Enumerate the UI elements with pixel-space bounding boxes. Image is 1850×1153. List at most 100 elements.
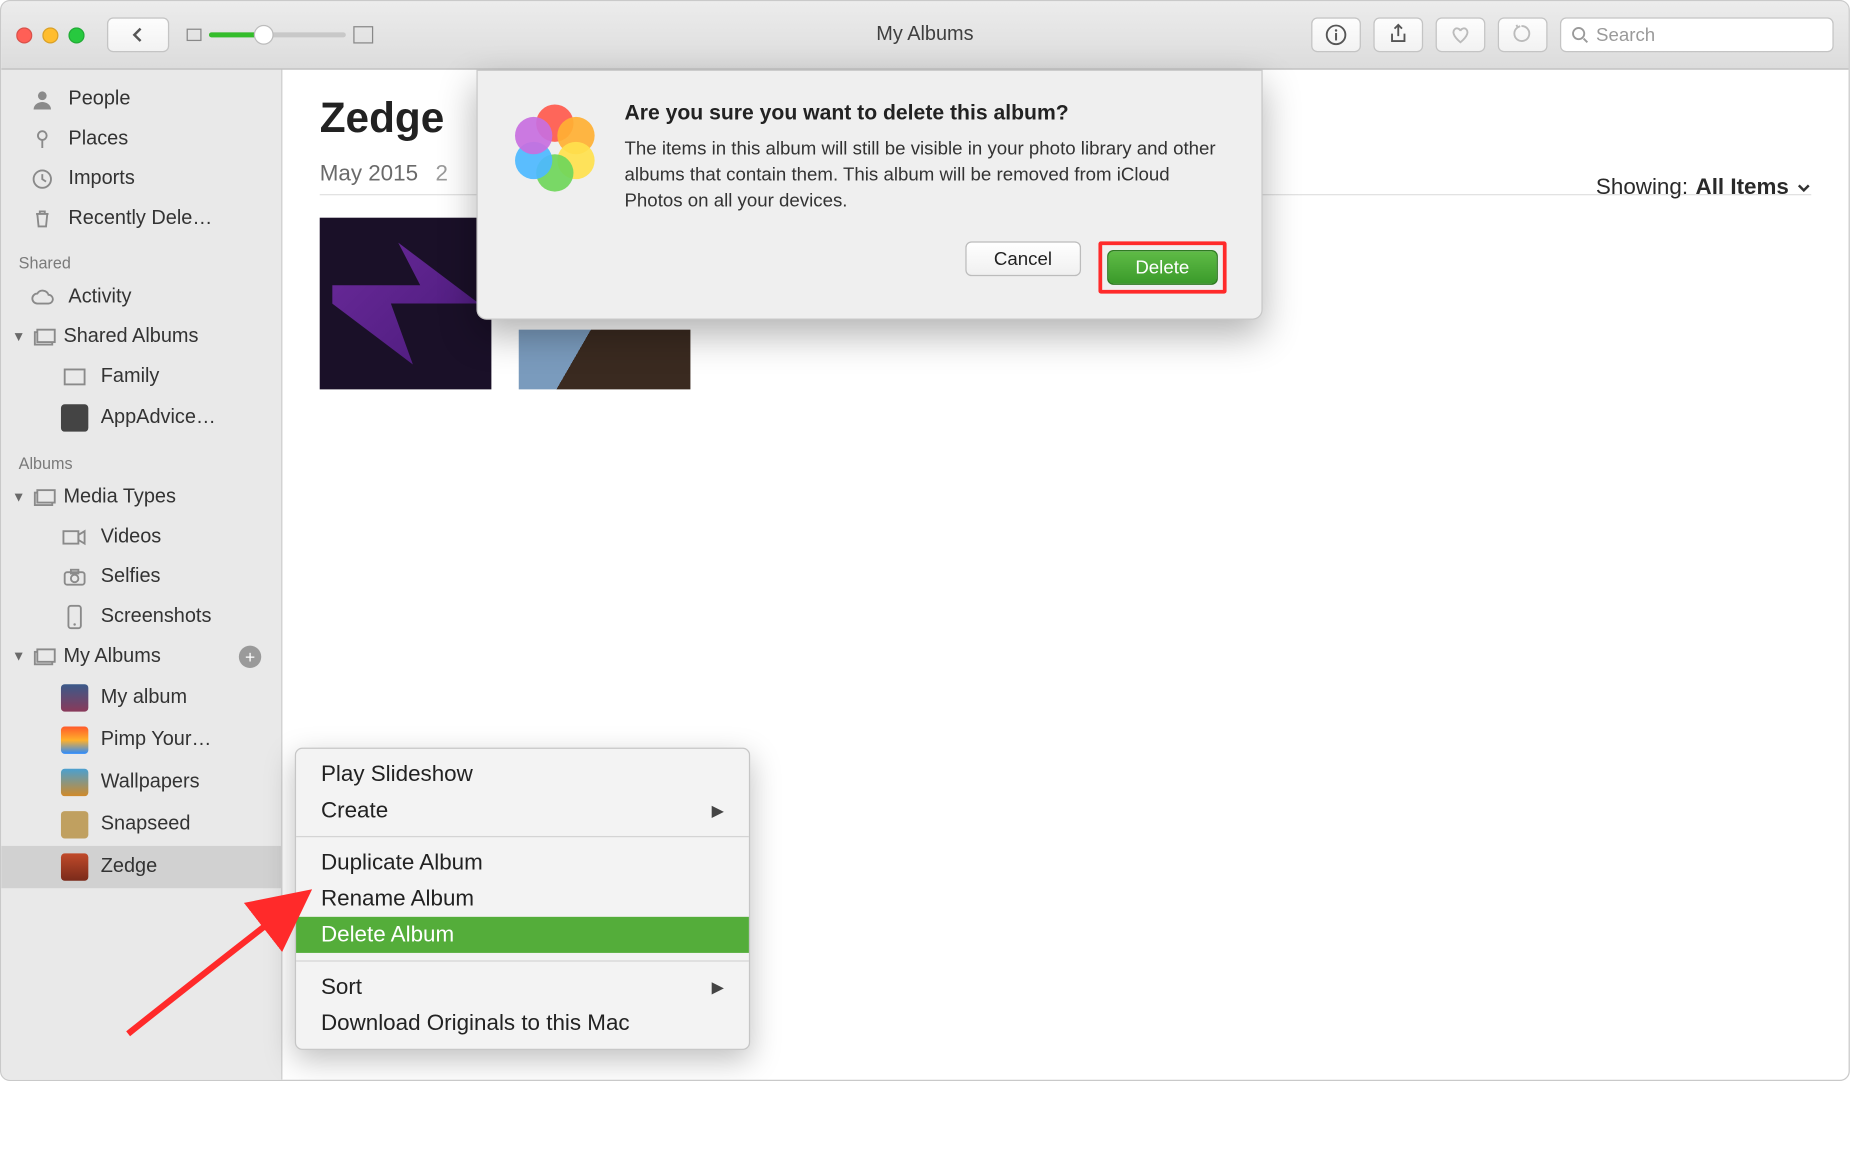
sidebar-item-wallpapers[interactable]: Wallpapers	[1, 761, 281, 803]
photo-thumbnail[interactable]	[519, 330, 691, 390]
info-icon	[1325, 24, 1347, 46]
sidebar-item-people[interactable]: People	[1, 80, 281, 120]
sidebar-item-label: Media Types	[63, 486, 266, 508]
sidebar-item-zedge[interactable]: Zedge	[1, 846, 281, 888]
context-menu-item-label: Download Originals to this Mac	[321, 1010, 630, 1036]
sidebar-item-label: My Albums	[63, 646, 233, 668]
showing-label: Showing:	[1596, 174, 1688, 200]
context-menu-item-label: Play Slideshow	[321, 761, 473, 787]
annotation-highlight: Delete	[1098, 241, 1227, 293]
sidebar-item-shared-albums[interactable]: ▼ Shared Albums	[1, 317, 281, 357]
rotate-icon	[1511, 24, 1533, 46]
minimize-window-button[interactable]	[42, 27, 58, 43]
photo-thumbnail[interactable]	[320, 218, 492, 390]
sidebar-item-label: Wallpapers	[101, 771, 266, 793]
delete-album-dialog: Are you sure you want to delete this alb…	[476, 70, 1262, 320]
sidebar-section-albums: Albums	[1, 439, 281, 478]
context-menu-download-originals[interactable]: Download Originals to this Mac	[296, 1005, 749, 1041]
context-menu-rename-album[interactable]: Rename Album	[296, 881, 749, 917]
favorite-button[interactable]	[1436, 17, 1486, 52]
chevron-left-icon	[129, 26, 146, 43]
context-menu-play-slideshow[interactable]: Play Slideshow	[296, 756, 749, 792]
context-menu-item-label: Sort	[321, 974, 362, 1000]
submenu-arrow-icon: ▶	[712, 801, 724, 821]
sidebar-item-label: Places	[68, 128, 266, 150]
zoom-thumb[interactable]	[254, 25, 274, 45]
rotate-button[interactable]	[1498, 17, 1548, 52]
info-button[interactable]	[1311, 17, 1361, 52]
album-count: 2	[435, 160, 447, 186]
heart-icon	[1449, 24, 1471, 46]
sidebar-item-appadvice[interactable]: AppAdvice…	[1, 397, 281, 439]
album-thumb-icon	[61, 811, 88, 838]
video-icon	[61, 525, 88, 550]
search-input[interactable]: Search	[1560, 17, 1834, 52]
sidebar-item-imports[interactable]: Imports	[1, 159, 281, 199]
search-icon	[1571, 26, 1588, 43]
sidebar-item-my-albums[interactable]: ▼ My Albums +	[1, 637, 281, 677]
chevron-down-icon: ▼	[11, 330, 26, 345]
context-menu-item-label: Create	[321, 797, 388, 823]
sidebar-item-snapseed[interactable]: Snapseed	[1, 804, 281, 846]
sidebar-item-selfies[interactable]: Selfies	[1, 557, 281, 597]
album-thumb-icon	[61, 684, 88, 711]
search-placeholder: Search	[1596, 24, 1655, 45]
window-controls	[16, 27, 84, 43]
context-menu-separator	[296, 836, 749, 837]
submenu-arrow-icon: ▶	[712, 977, 724, 997]
sidebar-item-screenshots[interactable]: Screenshots	[1, 597, 281, 637]
context-menu-sort[interactable]: Sort ▶	[296, 969, 749, 1005]
zoom-slider[interactable]	[187, 26, 374, 43]
button-label: Delete	[1135, 257, 1189, 278]
sidebar-item-media-types[interactable]: ▼ Media Types	[1, 478, 281, 518]
delete-button[interactable]: Delete	[1107, 250, 1218, 285]
sidebar-item-places[interactable]: Places	[1, 119, 281, 159]
photos-app-icon	[513, 106, 598, 191]
album-thumb-icon	[61, 853, 88, 880]
showing-filter[interactable]: Showing: All Items	[1596, 174, 1811, 200]
context-menu-create[interactable]: Create ▶	[296, 792, 749, 828]
sidebar-item-label: Activity	[68, 286, 266, 308]
person-icon	[29, 87, 56, 112]
sidebar-item-activity[interactable]: Activity	[1, 277, 281, 317]
chevron-down-icon: ▼	[11, 649, 26, 664]
context-menu: Play Slideshow Create ▶ Duplicate Album R…	[295, 748, 750, 1050]
sidebar-item-label: Snapseed	[101, 814, 266, 836]
share-icon	[1387, 24, 1409, 46]
sidebar-item-family[interactable]: Family	[1, 357, 281, 397]
dialog-title: Are you sure you want to delete this alb…	[624, 101, 1226, 126]
sidebar-item-recently-deleted[interactable]: Recently Dele…	[1, 199, 281, 239]
stack-icon	[31, 485, 58, 510]
phone-icon	[61, 605, 88, 630]
cancel-button[interactable]: Cancel	[965, 241, 1080, 276]
context-menu-delete-album[interactable]: Delete Album	[296, 917, 749, 953]
context-menu-item-label: Delete Album	[321, 922, 454, 948]
chevron-down-icon	[1796, 180, 1811, 195]
sidebar-section-shared: Shared	[1, 239, 281, 278]
back-button[interactable]	[107, 17, 169, 52]
add-album-button[interactable]: +	[239, 646, 261, 668]
pin-icon	[29, 127, 56, 152]
stack-icon	[31, 644, 58, 669]
sidebar-item-label: Family	[101, 366, 266, 388]
share-button[interactable]	[1373, 17, 1423, 52]
sidebar: People Places Imports Recently Dele… Sha…	[1, 70, 282, 1080]
trash-icon	[29, 207, 56, 232]
fullscreen-window-button[interactable]	[68, 27, 84, 43]
sidebar-item-label: Screenshots	[101, 606, 266, 628]
sidebar-item-videos[interactable]: Videos	[1, 518, 281, 558]
sidebar-item-label: Selfies	[101, 566, 266, 588]
album-icon	[61, 364, 88, 389]
sidebar-item-label: Imports	[68, 168, 266, 190]
close-window-button[interactable]	[16, 27, 32, 43]
sidebar-item-my-album[interactable]: My album	[1, 677, 281, 719]
sidebar-item-label: Videos	[101, 526, 266, 548]
album-thumb-icon	[61, 726, 88, 753]
album-thumb-icon	[61, 404, 88, 431]
sidebar-item-label: Pimp Your…	[101, 729, 266, 751]
context-menu-duplicate-album[interactable]: Duplicate Album	[296, 845, 749, 881]
showing-value: All Items	[1696, 174, 1789, 200]
sidebar-item-pimp-your[interactable]: Pimp Your…	[1, 719, 281, 761]
zoom-track[interactable]	[209, 32, 346, 37]
sidebar-item-label: Shared Albums	[63, 326, 266, 348]
